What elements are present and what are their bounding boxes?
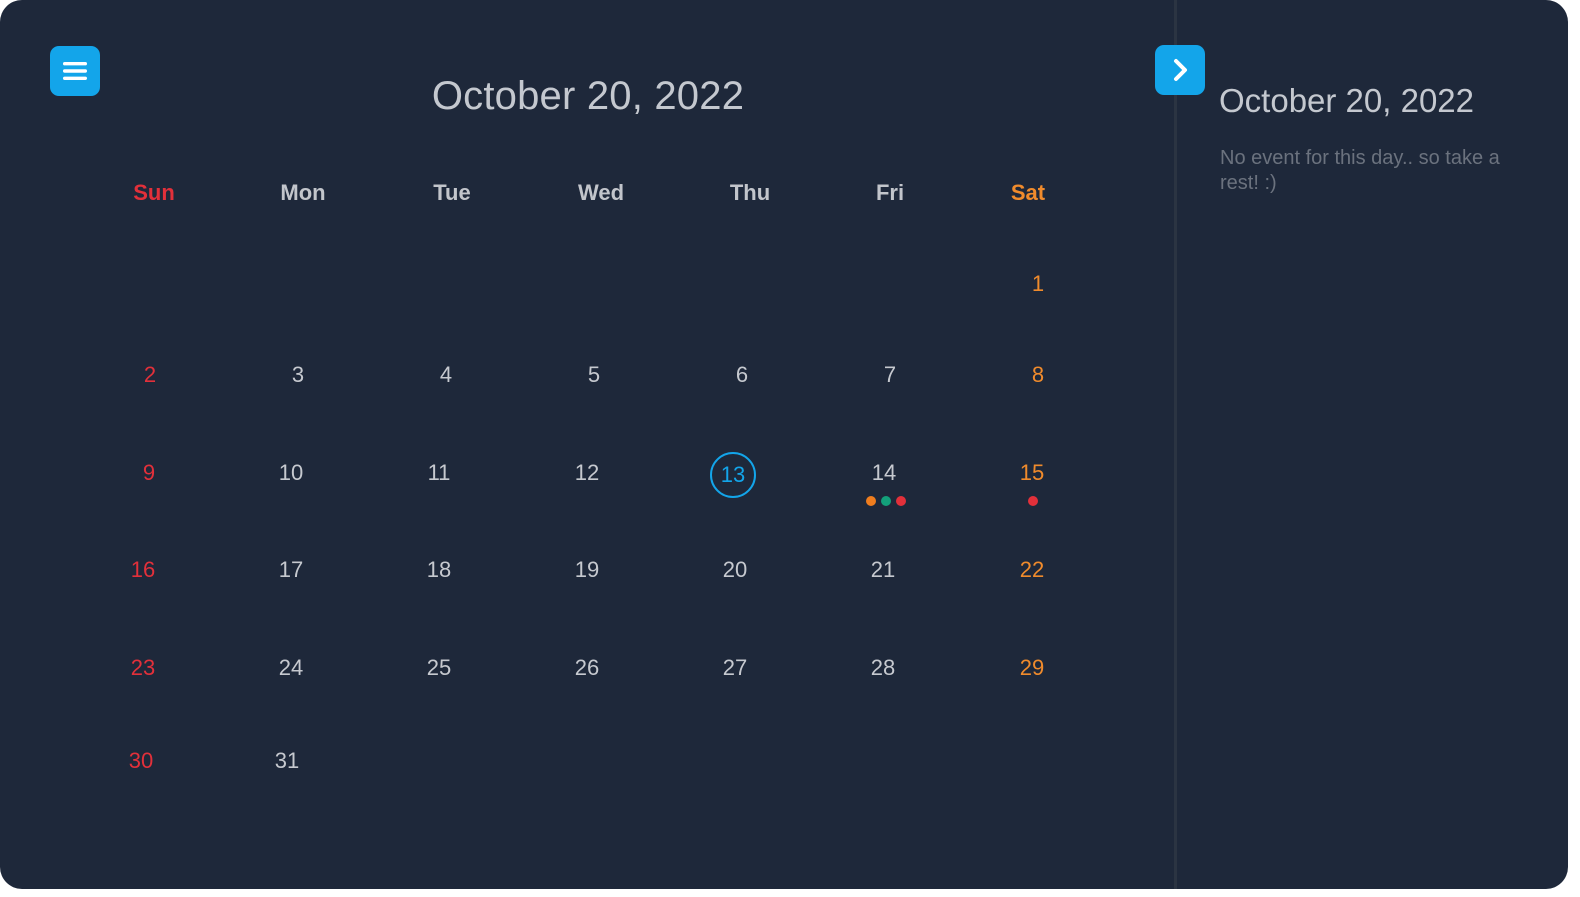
day-cell[interactable]: 17	[261, 555, 321, 585]
event-markers	[1028, 496, 1038, 506]
weekday-fri: Fri	[875, 180, 905, 205]
weekday-tue: Tue	[433, 180, 471, 205]
day-cell[interactable]: 3	[268, 360, 328, 390]
event-dot	[881, 496, 891, 506]
day-cell[interactable]: 10	[261, 458, 321, 488]
calendar-app: October 20, 2022 Sun Mon Tue Wed Thu Fri…	[0, 0, 1568, 889]
day-cell[interactable]: 27	[705, 653, 765, 683]
day-cell[interactable]: 4	[416, 360, 476, 390]
day-cell-selected[interactable]: 13	[710, 452, 756, 498]
event-dot	[866, 496, 876, 506]
weekday-wed: Wed	[577, 180, 625, 205]
event-markers	[866, 496, 906, 506]
day-cell[interactable]: 19	[557, 555, 617, 585]
day-cell[interactable]: 28	[853, 653, 913, 683]
day-cell[interactable]: 15	[1002, 458, 1062, 488]
day-cell[interactable]: 22	[1002, 555, 1062, 585]
panel-divider	[1174, 0, 1177, 889]
day-cell[interactable]: 7	[860, 360, 920, 390]
day-cell[interactable]: 1	[1008, 269, 1068, 299]
menu-button[interactable]	[50, 46, 100, 96]
day-cell[interactable]: 29	[1002, 653, 1062, 683]
weekday-thu: Thu	[729, 180, 771, 205]
day-cell[interactable]: 26	[557, 653, 617, 683]
hamburger-menu-icon	[63, 62, 87, 80]
calendar-title: October 20, 2022	[431, 74, 745, 118]
event-dot	[896, 496, 906, 506]
day-cell[interactable]: 5	[564, 360, 624, 390]
day-cell[interactable]: 11	[409, 458, 469, 488]
weekday-mon: Mon	[280, 180, 326, 205]
day-cell[interactable]: 21	[853, 555, 913, 585]
weekday-sat: Sat	[1010, 180, 1046, 205]
day-cell[interactable]: 8	[1008, 360, 1068, 390]
next-button[interactable]	[1155, 45, 1205, 95]
chevron-right-icon	[1174, 59, 1187, 81]
day-cell[interactable]: 25	[409, 653, 469, 683]
day-cell[interactable]: 30	[111, 746, 171, 776]
event-dot	[1028, 496, 1038, 506]
side-panel-title: October 20, 2022	[1219, 82, 1475, 119]
day-cell[interactable]: 6	[712, 360, 772, 390]
day-cell[interactable]: 18	[409, 555, 469, 585]
no-events-message: No event for this day.. so take a rest! …	[1220, 147, 1500, 194]
day-cell[interactable]: 20	[705, 555, 765, 585]
day-cell[interactable]: 31	[257, 746, 317, 776]
day-cell[interactable]: 12	[557, 458, 617, 488]
day-cell[interactable]: 24	[261, 653, 321, 683]
weekday-sun: Sun	[133, 180, 175, 205]
day-cell[interactable]: 2	[120, 360, 180, 390]
day-cell[interactable]: 9	[119, 458, 179, 488]
day-cell[interactable]: 16	[113, 555, 173, 585]
day-cell[interactable]: 23	[113, 653, 173, 683]
day-cell[interactable]: 14	[854, 458, 914, 488]
